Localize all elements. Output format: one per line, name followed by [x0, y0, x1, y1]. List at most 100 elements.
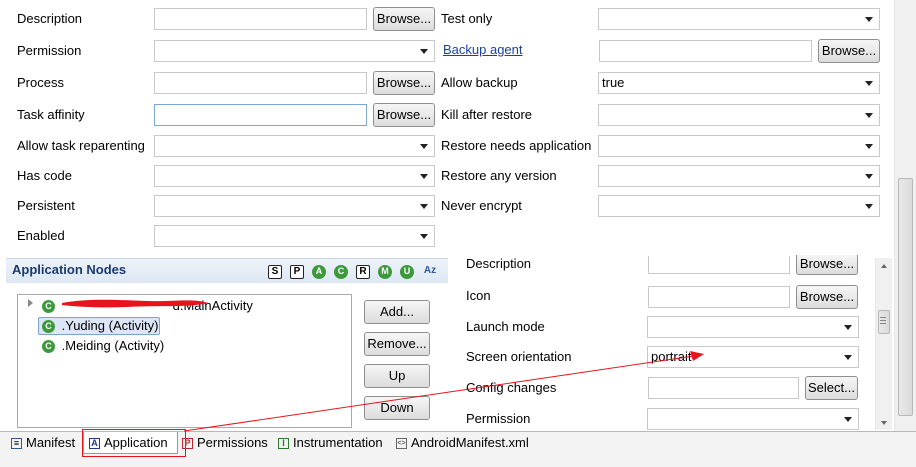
tab-application-label: Application	[104, 435, 168, 450]
instrumentation-icon: I	[278, 438, 289, 450]
process-field[interactable]	[154, 72, 367, 94]
details-description-label: Description	[466, 256, 532, 271]
restore-any-version-combo[interactable]	[598, 165, 880, 187]
has-code-combo[interactable]	[154, 165, 435, 187]
allow-task-reparenting-combo[interactable]	[154, 135, 435, 157]
config-changes-label: Config changes	[466, 380, 557, 395]
tab-permissions-label: Permissions	[197, 435, 268, 450]
tab-instrumentation[interactable]: I Instrumentation	[278, 433, 383, 453]
config-changes-field[interactable]	[648, 377, 799, 399]
permissions-icon: P	[182, 438, 193, 450]
backup-agent-field[interactable]	[599, 40, 812, 62]
chevron-down-icon	[865, 204, 873, 209]
tree-item-label: .Meiding (Activity)	[61, 338, 165, 353]
chevron-down-icon	[844, 355, 852, 360]
chevron-down-icon	[420, 144, 428, 149]
details-permission-combo[interactable]	[647, 408, 859, 430]
details-scrollbar-thumb[interactable]	[878, 310, 890, 334]
tab-application[interactable]: A Application	[89, 433, 168, 453]
details-scrollbar[interactable]	[875, 258, 892, 430]
test-only-combo[interactable]	[598, 8, 880, 30]
tree-item-yuding[interactable]: C .Yuding (Activity)	[42, 318, 158, 334]
never-encrypt-combo[interactable]	[598, 195, 880, 217]
tab-manifest-label: Manifest	[26, 435, 76, 450]
enabled-combo[interactable]	[154, 225, 435, 247]
application-nodes-title: Application Nodes	[12, 262, 127, 277]
chevron-down-icon	[865, 113, 873, 118]
tab-permissions[interactable]: P Permissions	[182, 433, 268, 453]
permission-label: Permission	[17, 43, 82, 58]
chevron-down-icon	[865, 174, 873, 179]
screen-orientation-combo[interactable]: portrait	[647, 346, 859, 368]
chevron-down-icon	[420, 174, 428, 179]
activity-alias-filter-icon[interactable]: A	[312, 265, 326, 279]
allow-backup-label: Allow backup	[441, 75, 518, 90]
up-button[interactable]: Up	[364, 364, 430, 388]
chevron-down-icon	[420, 49, 428, 54]
scroll-down-arrow-icon[interactable]	[881, 421, 887, 425]
tree-item-label: .Yuding (Activity)	[61, 318, 159, 333]
editor-scrollbar-thumb[interactable]	[898, 178, 913, 416]
allow-backup-combo[interactable]: true	[598, 72, 880, 94]
editor-scrollbar[interactable]	[894, 0, 916, 432]
scroll-up-arrow-icon[interactable]	[881, 264, 887, 268]
tab-androidmanifest-xml[interactable]: <> AndroidManifest.xml	[396, 433, 529, 453]
allow-backup-value: true	[602, 75, 625, 90]
grip-icon	[880, 317, 886, 318]
details-description-browse-button[interactable]: Browse...	[796, 255, 858, 275]
process-browse-button[interactable]: Browse...	[373, 71, 435, 95]
never-encrypt-label: Never encrypt	[441, 198, 522, 213]
description-field[interactable]	[154, 8, 367, 30]
task-affinity-browse-button[interactable]: Browse...	[373, 103, 435, 127]
chevron-down-icon	[865, 81, 873, 86]
chevron-down-icon	[865, 17, 873, 22]
persistent-label: Persistent	[17, 198, 75, 213]
application-nodes-tree[interactable]	[17, 294, 352, 428]
chevron-down-icon	[844, 417, 852, 422]
enabled-label: Enabled	[17, 228, 65, 243]
uses-library-filter-icon[interactable]: U	[400, 265, 414, 279]
launch-mode-combo[interactable]	[647, 316, 859, 338]
sort-alpha-icon[interactable]: Az	[421, 265, 439, 279]
backup-agent-browse-button[interactable]: Browse...	[818, 39, 880, 63]
backup-agent-link[interactable]: Backup agent	[443, 40, 523, 60]
restore-needs-application-combo[interactable]	[598, 135, 880, 157]
provider-filter-icon[interactable]: P	[290, 265, 304, 279]
icon-field[interactable]	[648, 286, 790, 308]
chevron-down-icon	[844, 325, 852, 330]
tree-item-meiding[interactable]: C .Meiding (Activity)	[42, 338, 164, 354]
allow-task-reparenting-label: Allow task reparenting	[17, 138, 145, 153]
persistent-combo[interactable]	[154, 195, 435, 217]
receiver-filter-icon[interactable]: R	[356, 265, 370, 279]
screen-orientation-label: Screen orientation	[466, 349, 572, 364]
test-only-label: Test only	[441, 11, 493, 26]
application-icon: A	[89, 438, 100, 450]
config-changes-select-button[interactable]: Select...	[805, 376, 858, 400]
task-affinity-field[interactable]	[154, 104, 367, 126]
details-description-field[interactable]	[648, 256, 790, 274]
restore-any-version-label: Restore any version	[441, 168, 557, 183]
tab-instrumentation-label: Instrumentation	[293, 435, 383, 450]
icon-label: Icon	[466, 288, 491, 303]
activity-icon: C	[42, 340, 55, 354]
icon-browse-button[interactable]: Browse...	[796, 285, 858, 309]
service-filter-icon[interactable]: S	[268, 265, 282, 279]
permission-combo[interactable]	[154, 40, 435, 62]
activity-filter-icon[interactable]: C	[334, 265, 348, 279]
down-button[interactable]: Down	[364, 396, 430, 420]
expand-arrow-icon[interactable]	[28, 299, 33, 307]
remove-button[interactable]: Remove...	[364, 332, 430, 356]
chevron-down-icon	[865, 144, 873, 149]
add-button[interactable]: Add...	[364, 300, 430, 324]
tab-androidmanifest-xml-label: AndroidManifest.xml	[411, 435, 529, 450]
meta-data-filter-icon[interactable]: M	[378, 265, 392, 279]
details-permission-label: Permission	[466, 411, 531, 426]
process-label: Process	[17, 75, 64, 90]
description-browse-button[interactable]: Browse...	[373, 7, 435, 31]
tab-manifest[interactable]: ≡ Manifest	[11, 433, 75, 453]
has-code-label: Has code	[17, 168, 72, 183]
manifest-icon: ≡	[11, 438, 22, 450]
task-affinity-label: Task affinity	[17, 107, 85, 122]
kill-after-restore-combo[interactable]	[598, 104, 880, 126]
restore-needs-application-label: Restore needs application	[441, 138, 592, 153]
